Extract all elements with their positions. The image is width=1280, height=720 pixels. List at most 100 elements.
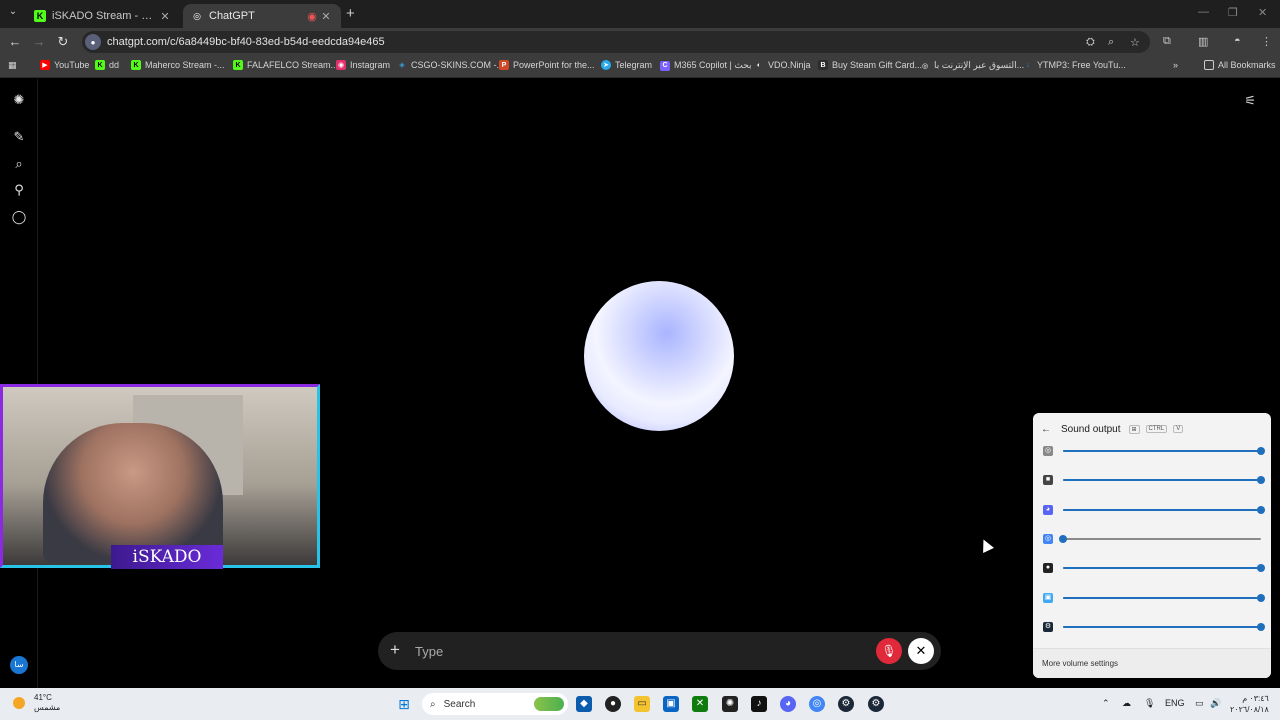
mute-microphone-button[interactable]: 🎙	[876, 638, 902, 664]
extensions-icon[interactable]: ⧉	[1163, 35, 1171, 48]
translate-icon[interactable]: ⛭	[1086, 36, 1095, 49]
bookmark-telegram[interactable]: ➤ Telegram	[601, 60, 652, 70]
volume-fill	[1063, 450, 1261, 452]
forward-button[interactable]: →	[31, 34, 47, 49]
bookmark-maherco[interactable]: K Maherco Stream -...	[131, 60, 225, 70]
bookmark-star-icon[interactable]: ☆	[1130, 36, 1140, 49]
bookmarks-bar: ▦ ▶ YouTube Kdd K Maherco Stream -... K FAL…	[0, 56, 1280, 78]
windows-start-icon[interactable]: ⊞	[396, 696, 412, 712]
bookmark-youtube[interactable]: ▶ YouTube	[40, 60, 89, 70]
settings-sliders-icon[interactable]: ⚟	[1244, 93, 1256, 109]
tab-chatgpt[interactable]: ◎ ChatGPT ◉ ✕	[183, 4, 341, 28]
volume-thumb[interactable]	[1257, 476, 1265, 485]
back-arrow-icon[interactable]: ←	[1041, 424, 1051, 435]
xbox-icon[interactable]: ✕	[692, 696, 708, 712]
volume-slider[interactable]	[1063, 476, 1265, 485]
volume-slider[interactable]	[1063, 505, 1265, 514]
volume-thumb[interactable]	[1257, 564, 1265, 573]
reload-button[interactable]: ↻	[55, 34, 71, 50]
menu-icon[interactable]: ⋮	[1261, 35, 1272, 48]
volume-thumb[interactable]	[1257, 593, 1265, 602]
volume-fill	[1063, 508, 1261, 511]
volume-row: ◎	[1043, 532, 1263, 546]
chrome-icon[interactable]: ◎	[809, 696, 825, 712]
volume-icon[interactable]: 🔊	[1210, 698, 1221, 709]
url-text: chatgpt.com/c/6a8449bc-bf40-83ed-b54d-ee…	[107, 36, 385, 48]
avatar[interactable]: سا	[10, 656, 28, 674]
composer: + 🎙 ✕	[378, 632, 941, 670]
address-bar[interactable]: ● chatgpt.com/c/6a8449bc-bf40-83ed-b54d-…	[82, 31, 1150, 53]
bookmark-steam-gift-card[interactable]: B Buy Steam Gift Card...	[818, 60, 922, 70]
bookmark-m365-copilot[interactable]: C M365 Copilot | بحث	[660, 60, 752, 71]
tab-iskado-stream[interactable]: K iSKADO Stream - Watch Live on ✕	[26, 4, 180, 28]
tab-title: iSKADO Stream - Watch Live on	[52, 10, 158, 22]
volume-slider[interactable]	[1063, 447, 1265, 455]
chatgpt-logo-icon[interactable]: ✺	[11, 92, 27, 108]
onedrive-icon[interactable]: ☁	[1122, 698, 1131, 709]
maximize-button[interactable]: ❐	[1228, 6, 1238, 19]
store-icon[interactable]: ▣	[663, 696, 679, 712]
flyout-header: ← Sound output ⊞ CTRL V	[1041, 422, 1184, 436]
file-explorer-icon[interactable]: ▭	[634, 696, 650, 712]
tab-close-icon[interactable]: ✕	[158, 10, 172, 23]
message-input[interactable]	[415, 641, 815, 661]
volume-slider[interactable]	[1063, 564, 1265, 573]
language-indicator[interactable]: ENG	[1165, 698, 1185, 708]
app-icon-2: ▣	[1043, 592, 1053, 603]
tab-close-icon[interactable]: ✕	[319, 10, 333, 23]
tray-overflow-icon[interactable]: ⌃	[1102, 698, 1110, 709]
apps-icon[interactable]: ▦	[8, 60, 17, 71]
profile-icon[interactable]: ◓	[1234, 35, 1241, 47]
close-window-button[interactable]: ✕	[1258, 6, 1267, 19]
microphone-icon[interactable]: 🎙	[1144, 698, 1155, 709]
volume-slider[interactable]	[1063, 593, 1265, 602]
volume-thumb[interactable]	[1059, 534, 1067, 543]
obs-icon: ●	[1043, 563, 1053, 574]
tiktok-live-icon[interactable]: ♪	[751, 696, 767, 712]
volume-slider[interactable]	[1063, 622, 1265, 631]
taskbar-search[interactable]: ⌕ Search	[422, 693, 568, 715]
chat-icon[interactable]: ◯	[11, 209, 27, 225]
steam-icon-2[interactable]: ⚙	[868, 696, 884, 712]
clock[interactable]: ٠٣:٤٦ م ٢٠٢٦/٠٨/١٨	[1230, 693, 1269, 715]
bookmark-online-shopping[interactable]: ◎ التسوق عبر الإنترنت با...	[920, 60, 1024, 71]
volume-thumb[interactable]	[1257, 622, 1265, 631]
weather-widget[interactable]: 41°C مشمس	[13, 693, 60, 713]
network-icon[interactable]: ▭	[1195, 698, 1204, 709]
bookmark-csgo-skins[interactable]: ◈ CSGO-SKINS.COM -...	[397, 60, 504, 70]
steam-icon[interactable]: ⚙	[838, 696, 854, 712]
end-voice-button[interactable]: ✕	[908, 638, 934, 664]
new-tab-button[interactable]: +	[346, 5, 355, 22]
volume-row: ⚙	[1043, 620, 1265, 634]
all-bookmarks-folder[interactable]: All Bookmarks	[1204, 60, 1276, 70]
pin-icon[interactable]: ⚲	[11, 182, 27, 198]
bookmark-powerpoint[interactable]: P PowerPoint for the...	[499, 60, 595, 70]
app-icon[interactable]: ◆	[576, 696, 592, 712]
new-chat-icon[interactable]: ✎	[11, 129, 27, 145]
bookmark-dd[interactable]: Kdd	[95, 60, 119, 70]
site-info-icon[interactable]: ●	[85, 34, 101, 50]
instagram-icon: ◉	[336, 60, 346, 70]
chatgpt-app-icon[interactable]: ✺	[722, 696, 738, 712]
obs-icon[interactable]: ●	[605, 696, 621, 712]
more-volume-settings-link[interactable]: More volume settings	[1033, 648, 1271, 678]
zoom-icon[interactable]: ⌕	[1108, 36, 1114, 49]
minimize-button[interactable]: —	[1198, 6, 1209, 18]
bookmark-ytmp3[interactable]: ↓ YTMP3: Free YouTu...	[1023, 60, 1125, 70]
bookmark-falafelco[interactable]: K FALAFELCO Stream...	[233, 60, 338, 70]
discord-icon[interactable]: ◕	[780, 696, 796, 712]
volume-slider[interactable]	[1059, 534, 1261, 543]
volume-thumb[interactable]	[1257, 447, 1265, 455]
volume-row: ■	[1043, 473, 1265, 487]
bookmark-vdo-ninja[interactable]: ◐ VDO.Ninja	[754, 60, 811, 70]
side-panel-icon[interactable]: ▥	[1198, 35, 1208, 48]
search-icon[interactable]: ⌕	[11, 156, 27, 172]
bookmark-label: VDO.Ninja	[768, 60, 811, 70]
volume-thumb[interactable]	[1257, 505, 1265, 514]
tab-search-icon[interactable]: ⌄	[6, 6, 20, 20]
more-bookmarks-icon[interactable]: »	[1173, 60, 1178, 70]
back-button[interactable]: ←	[7, 34, 23, 49]
search-icon: ⌕	[430, 698, 436, 710]
add-attachment-button[interactable]: +	[390, 640, 400, 660]
bookmark-instagram[interactable]: ◉ Instagram	[336, 60, 390, 70]
